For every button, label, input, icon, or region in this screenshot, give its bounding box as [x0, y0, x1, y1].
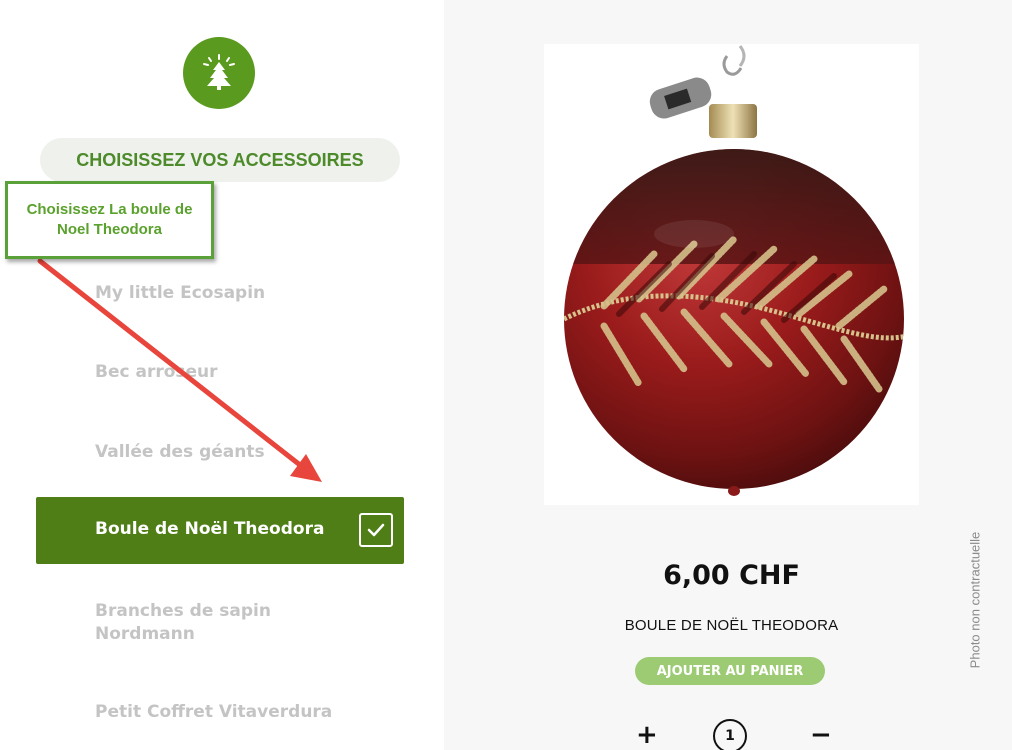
option-bec-arroseur[interactable]: Bec arroseur: [95, 361, 395, 384]
photo-disclaimer: Photo non contractuelle: [967, 531, 983, 669]
accessories-panel: CHOISISSEZ VOS ACCESSOIRES My little Eco…: [0, 0, 444, 750]
add-to-cart-button[interactable]: AJOUTER AU PANIER: [635, 657, 825, 685]
annotation-callout: Choisissez La boule de Noel Theodora: [5, 181, 214, 259]
product-panel: 6,00 CHF BOULE DE NOËL THEODORA AJOUTER …: [444, 0, 1012, 750]
option-petit-coffret-vitaverdura[interactable]: Petit Coffret Vitaverdura: [95, 701, 395, 724]
selected-checkbox[interactable]: [359, 513, 393, 547]
logo: [183, 37, 255, 109]
quantity-decrease-button[interactable]: −: [810, 718, 832, 750]
christmas-tree-icon: [203, 54, 235, 90]
check-icon: [367, 523, 385, 537]
option-boule-de-noel-theodora[interactable]: Boule de Noël Theodora: [36, 497, 404, 564]
option-label: Boule de Noël Theodora: [95, 519, 325, 539]
option-vallee-des-geants[interactable]: Vallée des géants: [95, 441, 395, 464]
product-price: 6,00 CHF: [663, 560, 800, 591]
quantity-increase-button[interactable]: +: [636, 718, 658, 750]
product-image: [544, 44, 919, 505]
section-title: CHOISISSEZ VOS ACCESSOIRES: [40, 138, 400, 182]
quantity-value: 1: [713, 719, 747, 750]
product-name: BOULE DE NOËL THEODORA: [624, 617, 839, 634]
option-my-little-ecosapin[interactable]: My little Ecosapin: [95, 282, 395, 305]
option-branches-de-sapin-nordmann[interactable]: Branches de sapin Nordmann: [95, 600, 295, 646]
